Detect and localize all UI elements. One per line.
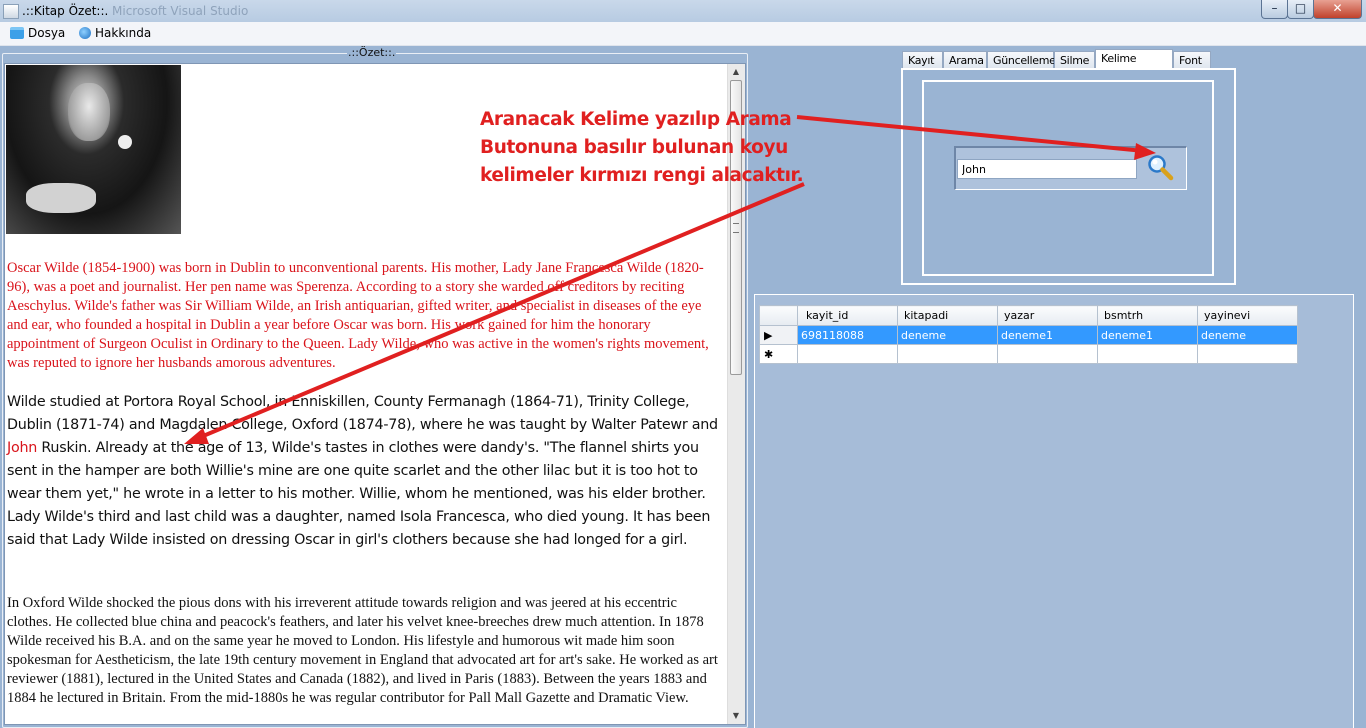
grid-header-row: kayit_id kitapadi yazar bsmtrh yayinevi bbox=[759, 305, 1298, 326]
photo-flower bbox=[118, 135, 132, 149]
menu-item-hakkinda[interactable]: Hakkında bbox=[79, 25, 151, 42]
title-bar: .::Kitap Özet::. Microsoft Visual Studio… bbox=[0, 0, 1366, 22]
column-header[interactable]: bsmtrh bbox=[1097, 305, 1198, 326]
annotation-line-2: Butonuna basılır bulunan koyu bbox=[480, 137, 788, 158]
tab-font[interactable]: Font bbox=[1173, 51, 1211, 68]
summary-paragraph-1: Oscar Wilde (1854-1900) was born in Dubl… bbox=[7, 260, 709, 371]
highlighted-word: John bbox=[7, 440, 38, 456]
background-window-title: Microsoft Visual Studio bbox=[112, 4, 249, 18]
tab-guncelleme[interactable]: Güncelleme bbox=[987, 51, 1056, 68]
table-cell[interactable]: deneme bbox=[897, 325, 998, 345]
tab-arama[interactable]: Arama bbox=[943, 51, 987, 68]
new-row[interactable]: ✱ bbox=[759, 344, 1298, 364]
paragraph-2-start: Wilde studied at Portora Royal School, i… bbox=[7, 394, 718, 433]
app-icon bbox=[3, 4, 19, 19]
annotation-line-1: Aranacak Kelime yazılıp Arama bbox=[480, 109, 792, 130]
minimize-button[interactable]: – bbox=[1261, 0, 1288, 19]
records-data-grid[interactable]: kayit_id kitapadi yazar bsmtrh yayinevi … bbox=[759, 305, 1298, 364]
table-cell[interactable] bbox=[1097, 344, 1198, 364]
table-cell[interactable]: deneme bbox=[1197, 325, 1298, 345]
annotation-callout: Aranacak Kelime yazılıp Arama Butonuna b… bbox=[480, 106, 804, 190]
window-title: .::Kitap Özet::. bbox=[22, 4, 109, 18]
column-header[interactable]: yayinevi bbox=[1197, 305, 1298, 326]
summary-group-label: .::Özet::. bbox=[347, 46, 397, 59]
menu-bar: Dosya Hakkında bbox=[0, 22, 1366, 46]
table-cell[interactable] bbox=[1197, 344, 1298, 364]
row-indicator-icon[interactable]: ▶ bbox=[759, 325, 798, 345]
close-button[interactable]: ✕ bbox=[1313, 0, 1362, 19]
summary-paragraph-2: Wilde studied at Portora Royal School, i… bbox=[7, 391, 725, 552]
folder-icon bbox=[10, 27, 24, 39]
menu-item-label: Dosya bbox=[28, 26, 66, 40]
search-button[interactable] bbox=[1146, 153, 1174, 181]
photo-hand bbox=[26, 183, 96, 213]
menu-item-label: Hakkında bbox=[95, 26, 152, 40]
annotation-line-3: kelimeler kırmızı rengi alacaktır. bbox=[480, 165, 804, 186]
column-header[interactable]: kayit_id bbox=[797, 305, 898, 326]
table-cell[interactable]: 698118088 bbox=[797, 325, 898, 345]
paragraph-2-end: Ruskin. Already at the age of 13, Wilde'… bbox=[7, 440, 711, 548]
table-cell[interactable] bbox=[997, 344, 1098, 364]
table-row[interactable]: ▶ 698118088 deneme deneme1 deneme1 denem… bbox=[759, 325, 1298, 345]
maximize-button[interactable]: □ bbox=[1287, 0, 1314, 19]
scroll-up-arrow-icon[interactable]: ▲ bbox=[728, 64, 744, 80]
tab-kelime-arama[interactable]: Kelime Arama bbox=[1095, 49, 1173, 82]
magnifier-icon bbox=[1148, 155, 1174, 181]
menu-item-dosya[interactable]: Dosya bbox=[10, 25, 65, 42]
author-photo bbox=[6, 65, 181, 234]
scroll-down-arrow-icon[interactable]: ▼ bbox=[728, 708, 744, 724]
table-cell[interactable] bbox=[897, 344, 998, 364]
column-header[interactable]: kitapadi bbox=[897, 305, 998, 326]
table-cell[interactable]: deneme1 bbox=[1097, 325, 1198, 345]
tab-silme[interactable]: Silme bbox=[1054, 51, 1095, 68]
table-cell[interactable] bbox=[797, 344, 898, 364]
info-icon bbox=[79, 27, 91, 39]
grid-corner-cell[interactable] bbox=[759, 305, 798, 326]
column-header[interactable]: yazar bbox=[997, 305, 1098, 326]
new-row-asterisk-icon[interactable]: ✱ bbox=[759, 344, 798, 364]
summary-paragraph-3: In Oxford Wilde shocked the pious dons w… bbox=[7, 595, 718, 706]
photo-face bbox=[68, 83, 110, 141]
grip-icon bbox=[733, 223, 739, 233]
tab-kayit[interactable]: Kayıt bbox=[902, 51, 943, 68]
search-input[interactable] bbox=[957, 159, 1137, 179]
table-cell[interactable]: deneme1 bbox=[997, 325, 1098, 345]
